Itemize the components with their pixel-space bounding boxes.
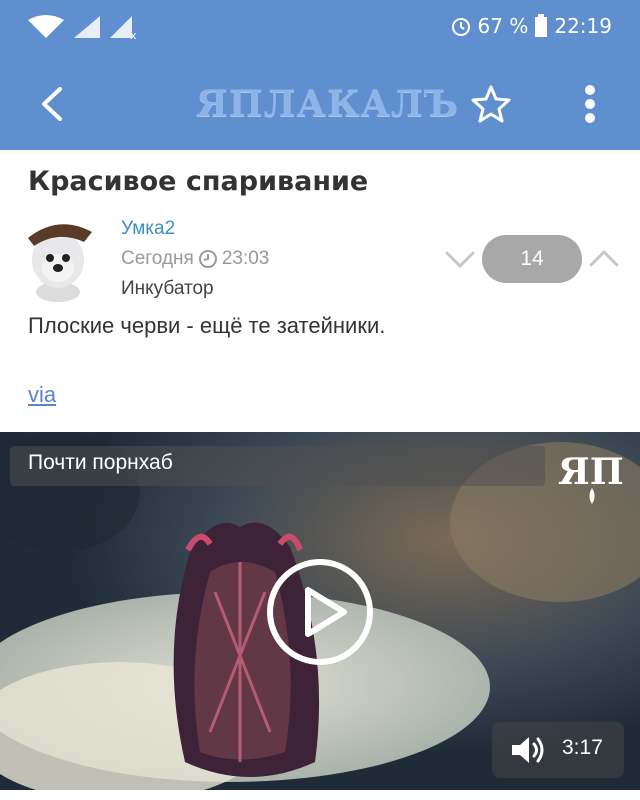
favorite-button[interactable] bbox=[467, 80, 515, 128]
status-icons-right: 67 % 22:19 bbox=[450, 14, 612, 38]
vote-down-button[interactable] bbox=[444, 245, 476, 273]
site-logo[interactable]: ЯПЛАКАЛЪ bbox=[196, 78, 459, 130]
post-date: Сегодня bbox=[121, 248, 194, 269]
star-icon bbox=[471, 85, 511, 123]
avatar[interactable] bbox=[18, 212, 98, 304]
battery-percent: 67 % bbox=[477, 14, 529, 38]
video-duration: 3:17 bbox=[562, 736, 603, 759]
alarm-icon bbox=[451, 18, 470, 36]
app-bar: ЯПЛАКАЛЪ bbox=[0, 58, 640, 150]
post-meta: Сегодня 23:03 bbox=[121, 248, 269, 270]
post-body: Плоские черви - ещё те затейники. bbox=[28, 313, 386, 338]
more-vertical-icon bbox=[585, 85, 595, 123]
signal-no-sim-icon: x bbox=[110, 16, 137, 40]
clock: 22:19 bbox=[554, 14, 612, 38]
back-button[interactable] bbox=[28, 80, 76, 128]
svg-text:x: x bbox=[130, 29, 137, 40]
back-arrow-icon bbox=[42, 87, 62, 121]
clock-icon bbox=[198, 250, 217, 268]
wifi-icon bbox=[28, 15, 64, 38]
volume-icon[interactable] bbox=[510, 734, 546, 766]
video-player[interactable]: Почти порнхаб ЯП 3:17 bbox=[0, 432, 640, 790]
vote-up-button[interactable] bbox=[588, 245, 620, 273]
post-section[interactable]: Инкубатор bbox=[121, 278, 214, 300]
yaplakal-watermark: ЯП bbox=[558, 451, 624, 504]
post-title[interactable]: Красивое спаривание bbox=[28, 166, 368, 197]
logo-text: ЯПЛАКАЛЪ bbox=[196, 83, 460, 125]
status-bar: x 67 % 22:19 bbox=[0, 0, 640, 58]
signal-icon bbox=[74, 16, 100, 38]
rating-badge: 14 bbox=[482, 235, 582, 283]
video-title: Почти порнхаб bbox=[28, 451, 173, 474]
watermark-text: ЯП bbox=[558, 451, 624, 493]
battery-icon bbox=[535, 14, 548, 37]
post-time: 23:03 bbox=[221, 248, 270, 269]
overflow-menu-button[interactable] bbox=[566, 80, 614, 128]
via-link[interactable]: via bbox=[28, 382, 56, 408]
avatar-image bbox=[28, 224, 92, 302]
play-button[interactable] bbox=[266, 558, 374, 666]
status-icons-left: x bbox=[26, 14, 138, 40]
author-name[interactable]: Умка2 bbox=[121, 218, 175, 240]
